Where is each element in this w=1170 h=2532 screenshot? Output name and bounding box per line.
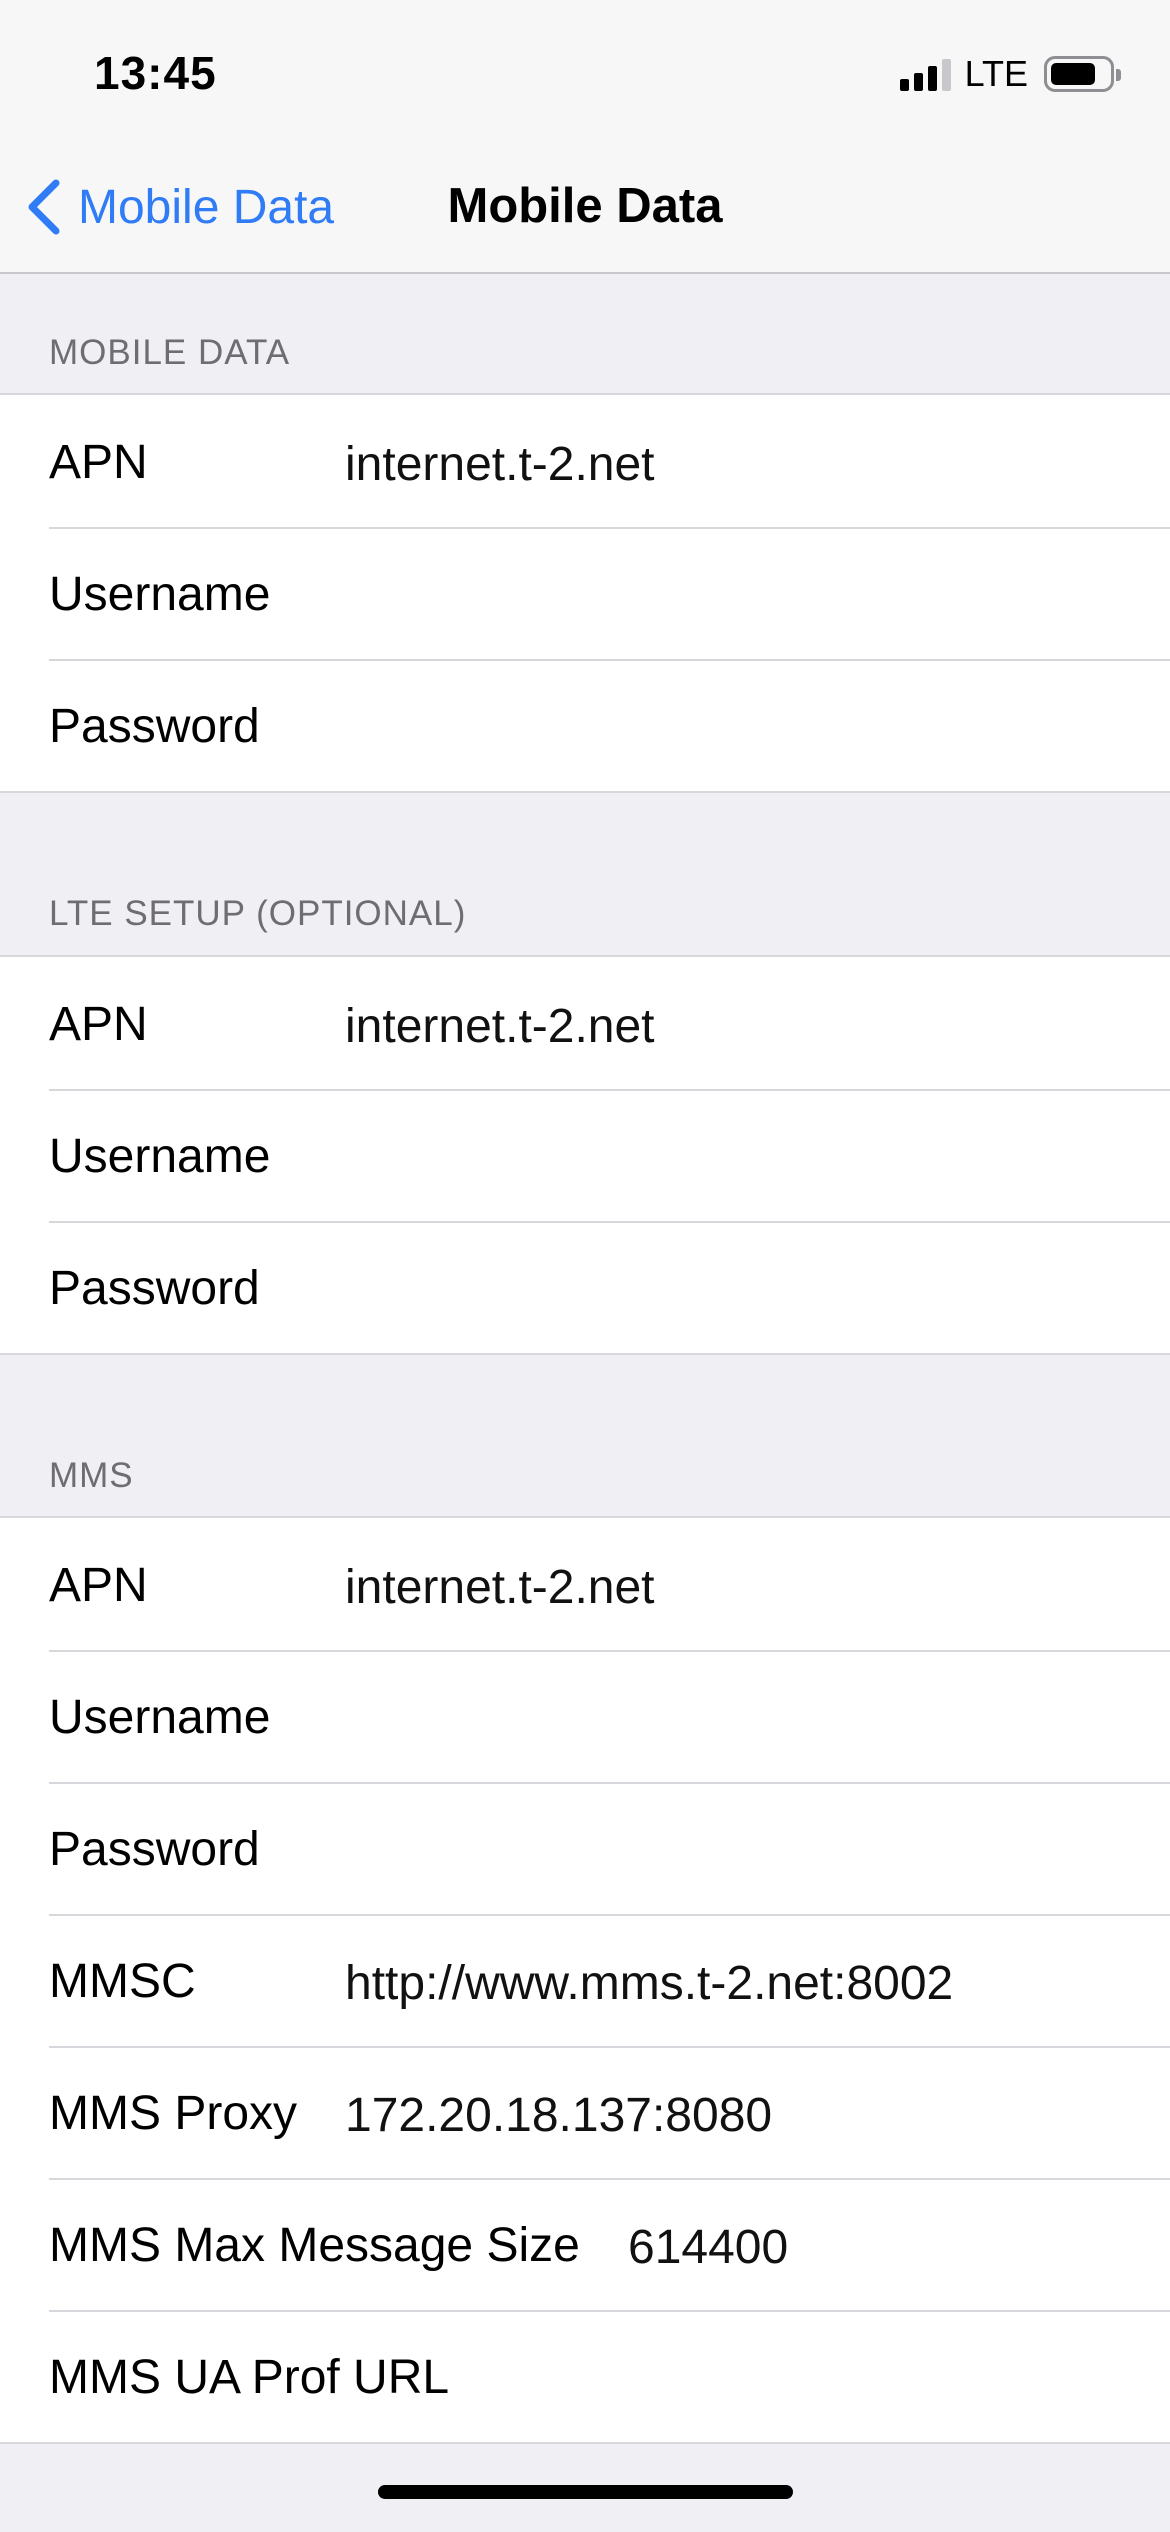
settings-group-lte-setup: APN internet.t-2.net Username Password	[0, 955, 1170, 1355]
setting-row-password[interactable]: Password	[0, 1782, 1170, 1914]
row-label: Password	[49, 1823, 260, 1876]
status-indicators: LTE	[899, 52, 1121, 96]
row-label: MMS Max Message Size	[49, 2219, 580, 2272]
row-label: MMS Proxy	[49, 2087, 298, 2140]
row-label: MMS UA Prof URL	[49, 2351, 450, 2404]
status-bar: 13:45 LTE	[0, 0, 1170, 150]
home-indicator[interactable]	[378, 2485, 793, 2499]
setting-row-apn[interactable]: APN internet.t-2.net	[0, 957, 1170, 1089]
apn-field[interactable]: internet.t-2.net	[345, 1560, 655, 1615]
section-header-lte-setup: LTE SETUP (OPTIONAL)	[49, 894, 467, 933]
apn-field[interactable]: internet.t-2.net	[345, 999, 655, 1054]
setting-row-mms-ua-prof-url[interactable]: MMS UA Prof URL	[0, 2310, 1170, 2442]
row-label: APN	[49, 998, 148, 1051]
section-header-mms: MMS	[49, 1456, 134, 1495]
row-label: Password	[49, 1262, 260, 1315]
row-label: APN	[49, 1559, 148, 1612]
settings-group-mobile-data: APN internet.t-2.net Username Password	[0, 393, 1170, 793]
setting-row-username[interactable]: Username	[0, 527, 1170, 659]
status-time: 13:45	[94, 47, 217, 99]
battery-icon	[1044, 56, 1121, 92]
setting-row-mms-proxy[interactable]: MMS Proxy 172.20.18.137:8080	[0, 2046, 1170, 2178]
settings-group-mms: APN internet.t-2.net Username Password M…	[0, 1516, 1170, 2444]
navigation-bar: Mobile Data Mobile Data	[0, 150, 1170, 274]
page-title: Mobile Data	[447, 179, 723, 233]
mms-proxy-field[interactable]: 172.20.18.137:8080	[345, 2088, 772, 2143]
setting-row-username[interactable]: Username	[0, 1089, 1170, 1221]
signal-strength-icon	[899, 57, 951, 91]
setting-row-mms-max-message-size[interactable]: MMS Max Message Size 614400	[0, 2178, 1170, 2310]
setting-row-password[interactable]: Password	[0, 1221, 1170, 1353]
mmsc-field[interactable]: http://www.mms.t-2.net:8002	[345, 1956, 953, 2011]
network-type-label: LTE	[964, 53, 1028, 94]
setting-row-mmsc[interactable]: MMSC http://www.mms.t-2.net:8002	[0, 1914, 1170, 2046]
row-label: APN	[49, 436, 148, 489]
row-label: Username	[49, 568, 271, 621]
row-label: MMSC	[49, 1955, 196, 2008]
apn-field[interactable]: internet.t-2.net	[345, 437, 655, 492]
mms-max-message-size-field[interactable]: 614400	[628, 2220, 788, 2275]
section-header-mobile-data: MOBILE DATA	[49, 333, 291, 372]
setting-row-username[interactable]: Username	[0, 1650, 1170, 1782]
setting-row-apn[interactable]: APN internet.t-2.net	[0, 1518, 1170, 1650]
row-label: Username	[49, 1130, 271, 1183]
row-label: Password	[49, 700, 260, 753]
row-label: Username	[49, 1691, 271, 1744]
setting-row-apn[interactable]: APN internet.t-2.net	[0, 395, 1170, 527]
setting-row-password[interactable]: Password	[0, 659, 1170, 791]
